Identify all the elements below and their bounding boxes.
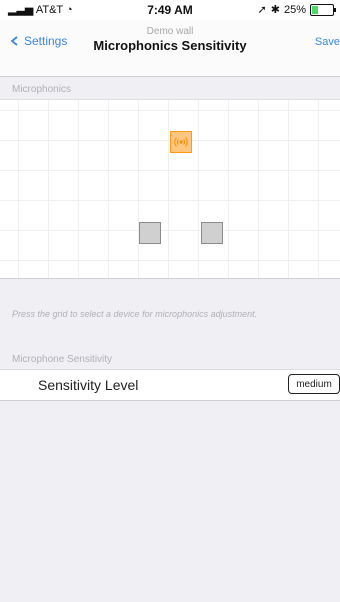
location-icon: ➚ xyxy=(257,4,267,16)
selected-device[interactable] xyxy=(170,131,192,153)
page-subtitle: Demo wall xyxy=(146,26,194,37)
status-bar: ▂▃▅ AT&T ◔ 7:49 AM ➚ ✱ 25% xyxy=(0,0,340,20)
save-button[interactable]: Save xyxy=(315,36,340,48)
sensitivity-level-label: Sensitivity Level xyxy=(38,377,139,393)
microphonics-section-header: Microphonics xyxy=(0,80,340,100)
sensitivity-level-row[interactable]: Sensitivity Level medium xyxy=(0,370,340,401)
bluetooth-icon: ✱ xyxy=(270,4,280,16)
sensitivity-section-header: Microphone Sensitivity xyxy=(0,350,340,370)
battery-percent: 25% xyxy=(283,3,306,16)
sensitivity-level-value[interactable]: medium xyxy=(288,374,340,394)
device-grid[interactable] xyxy=(0,100,340,279)
battery-fill xyxy=(312,5,318,14)
device-tile-right[interactable] xyxy=(201,222,223,244)
status-right: ➚ ✱ 25% xyxy=(257,3,336,16)
battery-icon xyxy=(310,3,336,16)
grid-hint-text: Press the grid to select a device for mi… xyxy=(12,309,258,319)
page-title: Microphonics Sensitivity xyxy=(93,38,247,53)
microphone-broadcast-icon xyxy=(174,137,188,147)
empty-background xyxy=(0,401,340,602)
device-tile-left[interactable] xyxy=(139,222,161,244)
